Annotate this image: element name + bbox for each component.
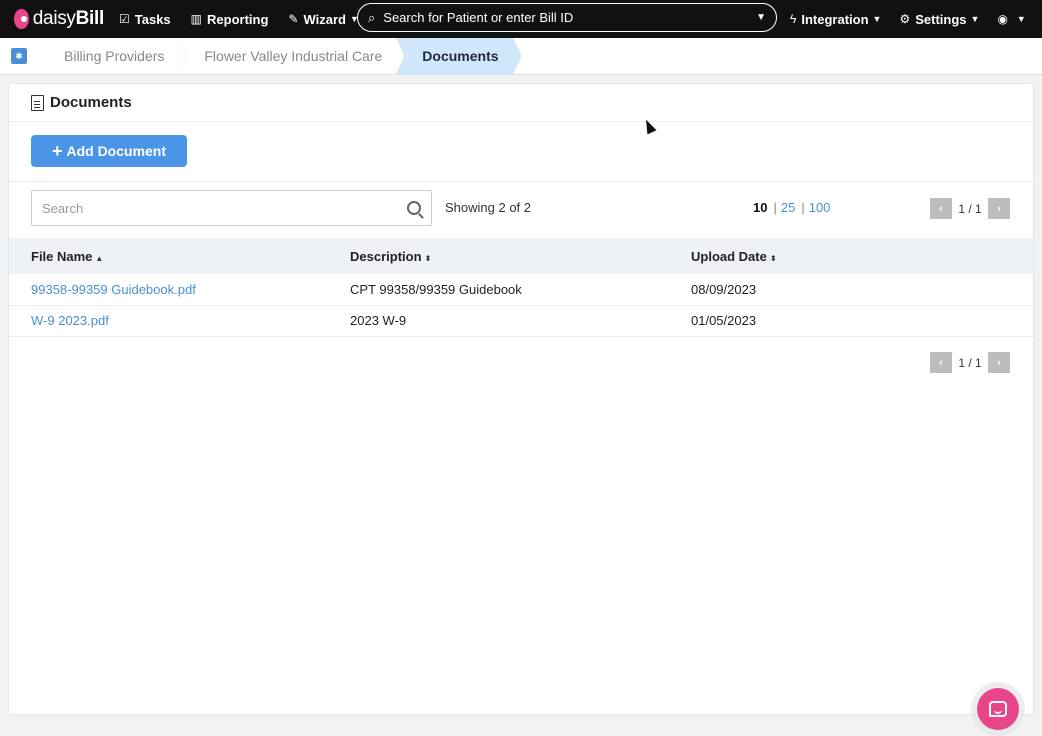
magic-wand-icon: ✎ [288,12,299,26]
chat-launcher-button[interactable] [977,688,1019,730]
table-filters: Showing 2 of 2 10|25|100 ‹ 1 / 1 › [9,182,1033,238]
row-description: CPT 99358/99359 Guidebook [350,281,522,297]
nav-right: ϟ Integration ▼ ⚙ Settings ▼ ◉ ▼ [790,0,1042,38]
daisybill-logo[interactable]: daisyBill [14,8,104,30]
search-icon: ⌕ [368,9,376,25]
next-page-button[interactable]: › [988,198,1010,219]
page-size-25[interactable]: 25 [781,200,795,215]
page-title: Documents [50,94,132,111]
nav-wizard-label: Wizard [303,11,346,27]
user-circle-icon: ◉ [997,12,1008,26]
panel-header: Documents [9,84,1033,122]
documents-search-input[interactable] [42,200,407,216]
breadcrumb-home[interactable]: ✱ [0,38,38,75]
table-row: 99358-99359 Guidebook.pdf CPT 99358/9935… [9,274,1033,305]
pager-bottom: ‹ 1 / 1 › [930,352,1010,373]
table-header-row: File Name ▲ Description ⬍ Upload Date ⬍ [9,238,1033,274]
logo-text-bold: Bill [75,8,105,29]
search-icon[interactable] [407,201,421,215]
global-search[interactable]: ⌕ Search for Patient or enter Bill ID ▼ [357,3,777,32]
chevron-down-icon[interactable]: ▼ [756,12,766,23]
documents-search [31,190,432,226]
documents-table: File Name ▲ Description ⬍ Upload Date ⬍ 993… [9,238,1033,337]
page-size-selector: 10 | 25 | 100 [753,200,831,215]
breadcrumb: ✱ Billing Providers Flower Valley Indust… [0,37,1042,75]
gear-icon: ⚙ [899,12,911,26]
prev-page-button[interactable]: ‹ [930,352,952,373]
panel-toolbar: + Add Document [9,122,1033,182]
add-document-button[interactable]: + Add Document [31,135,187,167]
nav-tasks-label: Tasks [134,11,171,27]
nav-settings-label: Settings [915,11,967,27]
clipboard-check-icon: ☑ [119,12,130,26]
top-nav: daisyBill ☑ Tasks ▥ Reporting ✎ Wizard ▼… [0,0,1042,38]
daisy-flower-icon [14,9,29,29]
prev-page-button[interactable]: ‹ [930,198,952,219]
next-page-button[interactable]: › [988,352,1010,373]
global-search-placeholder: Search for Patient or enter Bill ID [383,10,574,25]
sort-icon: ⬍ [424,253,432,263]
sort-asc-icon: ▲ [95,253,104,263]
nav-reporting-label: Reporting [207,11,269,27]
results-count: Showing 2 of 2 [445,200,532,215]
nav-settings[interactable]: ⚙ Settings ▼ [899,12,979,27]
office-building-icon: ✱ [11,48,27,64]
page-info: 1 / 1 [958,201,982,216]
breadcrumb-billing-providers[interactable]: Billing Providers [38,37,188,75]
sort-icon: ⬍ [769,253,777,263]
nav-tasks[interactable]: ☑ Tasks [119,12,171,27]
table-row: W-9 2023.pdf 2023 W-9 01/05/2023 [9,305,1033,336]
chat-icon [989,701,1007,717]
chevron-down-icon: ▼ [872,14,882,24]
nav-wizard[interactable]: ✎ Wizard ▼ [288,12,358,27]
column-file-name[interactable]: File Name ▲ [9,238,328,274]
chevron-down-icon: ▼ [970,14,980,24]
plus-icon: + [51,141,63,161]
column-description[interactable]: Description ⬍ [328,238,669,274]
chevron-down-icon: ▼ [1016,14,1026,24]
logo-text-light: daisy [32,8,76,29]
breadcrumb-documents: Documents [396,37,522,75]
nav-user-menu[interactable]: ◉ ▼ [997,12,1025,26]
document-icon [31,94,44,111]
add-document-label: Add Document [66,143,167,159]
row-description: 2023 W-9 [350,313,407,328]
row-upload-date: 08/09/2023 [691,281,757,297]
column-upload-date[interactable]: Upload Date ⬍ [669,238,1033,274]
page-size-100[interactable]: 100 [809,200,831,215]
breadcrumb-flower-valley[interactable]: Flower Valley Industrial Care [178,37,406,75]
bar-chart-icon: ▥ [190,12,203,26]
lightning-bolt-icon: ϟ [790,12,797,26]
pager-top: ‹ 1 / 1 › [930,198,1010,219]
nav-reporting[interactable]: ▥ Reporting [191,12,269,27]
nav-integration[interactable]: ϟ Integration ▼ [790,12,881,27]
page-info: 1 / 1 [958,355,982,370]
page-size-10[interactable]: 10 [753,200,767,215]
row-upload-date: 01/05/2023 [691,313,757,328]
file-link[interactable]: 99358-99359 Guidebook.pdf [31,282,196,297]
nav-integration-label: Integration [801,11,869,27]
file-link[interactable]: W-9 2023.pdf [31,313,109,328]
documents-panel: Documents + Add Document Showing 2 of 2 … [9,84,1033,714]
